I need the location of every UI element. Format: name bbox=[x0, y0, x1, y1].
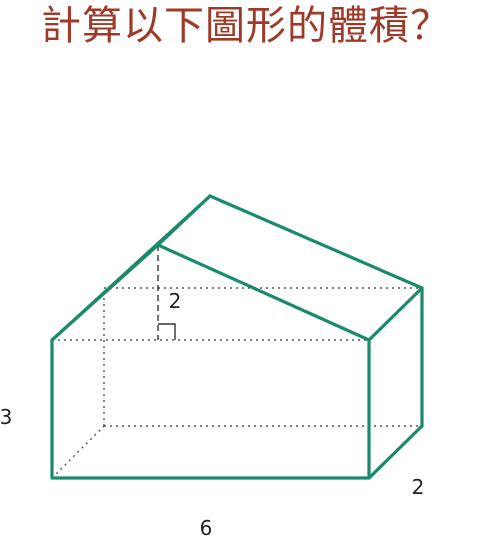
roof-top-back-edge bbox=[208, 194, 424, 290]
top-right-depth-edge bbox=[367, 286, 424, 342]
visible-edges bbox=[50, 194, 424, 480]
pentagonal-prism-diagram: 3 6 2 2 bbox=[0, 194, 425, 537]
dimension-label-height: 3 bbox=[0, 405, 12, 429]
dimension-label-depth: 2 bbox=[412, 475, 425, 499]
dimension-label-width: 6 bbox=[200, 516, 213, 537]
roof-ridge-depth-edge bbox=[156, 194, 212, 247]
hidden-edges bbox=[51, 287, 422, 479]
dimension-label-rise: 2 bbox=[169, 289, 182, 313]
hidden-depth-bottom-left-edge bbox=[51, 425, 105, 479]
front-pentagon-face bbox=[50, 243, 371, 480]
bottom-right-depth-edge bbox=[367, 424, 424, 480]
right-angle-marker bbox=[158, 323, 176, 340]
